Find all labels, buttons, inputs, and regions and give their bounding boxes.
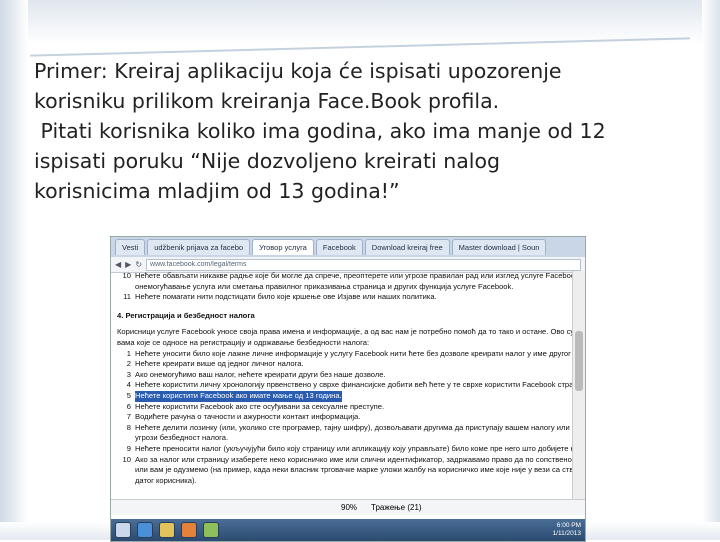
slide-line: korisnicima mladjim od 13 godina!” (34, 179, 400, 203)
slide-line: Primer: Kreiraj aplikaciju koja će ispis… (34, 59, 562, 83)
item-text: Нећете користити Facebook ако имате мање… (135, 390, 342, 402)
taskbar-clock: 6:00 PM 1/11/2013 (553, 522, 581, 538)
item-text: Нећете обављати никакве радње које би мо… (135, 271, 577, 280)
list-item: датог корисника). (117, 476, 577, 487)
status-bar: 90% Тражење (21) (111, 499, 585, 515)
item-number: 4 (126, 380, 131, 390)
list-item: 4 Нећете користити личну хронологију прве… (117, 380, 577, 391)
item-text: онемогућавање услуга или сметања правилн… (135, 281, 514, 291)
item-number (117, 465, 131, 476)
item-text: угрози безбедност налога. (135, 433, 229, 443)
list-item: 7 Водићете рачуна о тачности и ажурности … (117, 412, 577, 423)
slide-line: Pitati korisnika koliko ima godina, ako … (34, 119, 606, 143)
item-text: Ако за налог или страницу изаберете неко… (135, 454, 577, 464)
browser-screenshot: Vesti udžbenik prijava za facebo Уговор … (110, 236, 586, 542)
item-number: 7 (126, 412, 131, 422)
item-number: 11 (123, 292, 131, 302)
slide-top-border (0, 0, 720, 44)
list-item: 6 Нећете користити Facebook ако сте осуђи… (117, 402, 577, 413)
item-number: 9 (126, 443, 131, 453)
item-text: Нећете делити лозинку (или, уколико сте … (135, 422, 577, 432)
item-text: Нећете користити личну хронологију првен… (135, 380, 577, 390)
item-number: 10 (122, 454, 131, 464)
section-intro: вама које се односе на регистрацију и од… (117, 337, 370, 347)
browser-tab[interactable]: Vesti (115, 239, 146, 255)
item-text: Водићете рачуна о тачности и ажурности к… (135, 412, 361, 422)
item-number (117, 433, 131, 444)
url-input[interactable] (146, 258, 581, 271)
app-icon[interactable] (203, 522, 219, 538)
list-item: или вам је одузмемо (на пример, када нек… (117, 465, 577, 476)
item-text: или вам је одузмемо (на пример, када нек… (135, 465, 577, 475)
list-item: 2 Нећете креирати више од једног личног н… (117, 359, 577, 370)
item-number: 2 (126, 359, 131, 369)
item-number: 3 (126, 369, 131, 379)
item-text: Ако онемогућимо ваш налог, нећете креира… (135, 369, 386, 379)
slide-left-border (0, 0, 28, 540)
list-item: онемогућавање услуга или сметања правилн… (117, 282, 577, 293)
item-text: Нећете преносити налог (укључујући било … (135, 443, 577, 453)
list-item-highlighted: 5 Нећете користити Facebook ако имате мањ… (117, 390, 577, 402)
slide-body-text: Primer: Kreiraj aplikaciju koja će ispis… (34, 56, 694, 206)
item-number: 5 (126, 390, 131, 400)
browser-tab[interactable]: Master download | Soun (451, 239, 547, 255)
list-item: 10 Нећете обављати никакве радње које би… (117, 271, 577, 282)
item-number: 6 (126, 401, 131, 411)
windows-taskbar: 6:00 PM 1/11/2013 (111, 519, 585, 541)
list-item: 8 Нећете делити лозинку (или, уколико сте… (117, 423, 577, 434)
scrollbar[interactable] (572, 271, 585, 511)
item-text: Нећете уносити било које лажне личне инф… (135, 348, 577, 358)
internet-explorer-icon[interactable] (137, 522, 153, 538)
browser-tab-bar: Vesti udžbenik prijava za facebo Уговор … (111, 237, 585, 257)
slide-right-border (702, 0, 720, 540)
find-status: Тражење (21) (371, 503, 422, 512)
back-arrow-icon[interactable]: ◀ (115, 260, 121, 269)
item-text: Нећете помагати нити подстицати било кој… (135, 292, 437, 302)
item-text: датог корисника). (135, 475, 197, 485)
scrollbar-thumb[interactable] (575, 331, 583, 391)
section-intro: Корисници услуге Facebook уносе своја пр… (117, 327, 577, 337)
item-number (117, 282, 131, 293)
list-item: 11 Нећете помагати нити подстицати било … (117, 292, 577, 303)
item-number: 1 (126, 348, 131, 358)
firefox-icon[interactable] (181, 522, 197, 538)
list-item: 1 Нећете уносити било које лажне личне ин… (117, 349, 577, 360)
folder-icon[interactable] (159, 522, 175, 538)
section-title: 4. Регистрација и безбедност налога (117, 310, 255, 320)
browser-tab-active[interactable]: Уговор услуга (252, 239, 314, 255)
list-item: 9 Нећете преносити налог (укључујући било… (117, 444, 577, 455)
item-text: Нећете користити Facebook ако сте осуђив… (135, 401, 385, 411)
forward-arrow-icon[interactable]: ▶ (125, 260, 131, 269)
item-number: 10 (122, 271, 131, 280)
browser-tab[interactable]: udžbenik prijava za facebo (147, 239, 251, 255)
slide-line: korisniku prilikom kreiranja Face.Book p… (34, 89, 500, 113)
item-number (117, 476, 131, 487)
slide-line: ispisati poruku “Nije dozvoljeno kreirat… (34, 149, 501, 173)
list-item: 3 Ако онемогућимо ваш налог, нећете креир… (117, 370, 577, 381)
item-text: Нећете креирати више од једног личног на… (135, 359, 304, 369)
refresh-icon[interactable]: ↻ (135, 260, 142, 269)
start-button-icon[interactable] (115, 522, 131, 538)
item-number: 8 (126, 422, 131, 432)
list-item: 10 Ако за налог или страницу изаберете не… (117, 455, 577, 466)
list-item: угрози безбедност налога. (117, 433, 577, 444)
browser-tab[interactable]: Facebook (315, 239, 363, 255)
clock-date: 1/11/2013 (552, 530, 581, 537)
page-content: 10 Нећете обављати никакве радње које би… (111, 271, 583, 511)
browser-tab[interactable]: Download kreiraj free (364, 239, 450, 255)
terms-list: 1 Нећете уносити било које лажне личне ин… (117, 349, 577, 487)
clock-time: 6:00 PM (556, 522, 581, 529)
zoom-level[interactable]: 90% (341, 503, 357, 512)
